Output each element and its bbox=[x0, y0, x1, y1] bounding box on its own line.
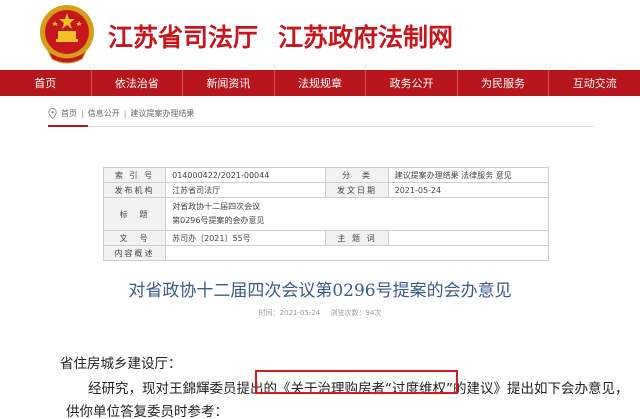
article-salutation: 省住房城乡建设厅： bbox=[60, 356, 182, 372]
category-label: 分 类 bbox=[325, 167, 389, 183]
nav-item-government-affairs[interactable]: 政务公开 bbox=[366, 70, 458, 96]
table-row: 发布机构 江苏省司法厅 发文日期 2021-05-24 bbox=[102, 182, 550, 198]
view-count: 浏览次数：94次 bbox=[330, 309, 382, 317]
summary-label: 内容概述 bbox=[102, 245, 167, 261]
date-label: 发文日期 bbox=[325, 182, 389, 198]
document-info-table: 索 引 号 014000422/2021-00044 分 类 建议提案办理结果 … bbox=[102, 167, 550, 261]
site-name-legal-net[interactable]: 江苏政府法制网 bbox=[278, 18, 453, 54]
breadcrumb-home[interactable]: 首页 bbox=[61, 108, 77, 119]
table-row: 文 号 苏司办〔2021〕55号 主 题 词 bbox=[102, 230, 550, 246]
highlight-box bbox=[255, 370, 458, 394]
category-value: 建议提案办理结果 法律服务 意见 bbox=[387, 167, 550, 183]
index-label: 索 引 号 bbox=[102, 167, 167, 183]
table-row: 标 题 对省政协十二届四次会议 第0296号提案的会办意见 bbox=[102, 197, 549, 231]
main-nav: 首页 依法治省 新闻资讯 法规规章 政务公开 为民服务 互动交流 bbox=[0, 70, 640, 96]
article-paragraph-2: 供你单位答复委员时参考： bbox=[66, 404, 228, 419]
document-number-value: 苏司办〔2021〕55号 bbox=[165, 230, 327, 246]
article-meta: 时间：2021-05-24 浏览次数：94次 bbox=[0, 308, 640, 318]
publisher-label: 发布机构 bbox=[102, 182, 167, 198]
nav-item-public-service[interactable]: 为民服务 bbox=[458, 70, 550, 96]
nav-item-news[interactable]: 新闻资讯 bbox=[183, 70, 275, 96]
date-value: 2021-05-24 bbox=[387, 182, 550, 198]
table-row: 内容概述 bbox=[102, 245, 549, 261]
breadcrumb-info-public[interactable]: 信息公开 bbox=[88, 108, 120, 119]
keywords-value bbox=[387, 230, 550, 246]
publish-time: 时间：2021-05-24 bbox=[258, 309, 321, 317]
breadcrumb-accent-bar bbox=[48, 125, 88, 127]
breadcrumb-divider bbox=[48, 126, 594, 127]
site-header: 江苏省司法厅 江苏政府法制网 bbox=[0, 0, 640, 70]
nav-item-interaction[interactable]: 互动交流 bbox=[549, 70, 640, 96]
summary-value bbox=[165, 245, 549, 261]
site-title[interactable]: 江苏省司法厅 江苏政府法制网 bbox=[108, 16, 453, 56]
breadcrumb-separator: | bbox=[123, 108, 127, 118]
title-value: 对省政协十二届四次会议 第0296号提案的会办意见 bbox=[165, 197, 549, 231]
table-row: 索 引 号 014000422/2021-00044 分 类 建议提案办理结果 … bbox=[102, 167, 550, 183]
publisher-value: 江苏省司法厅 bbox=[165, 182, 327, 198]
site-name-justice[interactable]: 江苏省司法厅 bbox=[108, 18, 258, 54]
location-pin-icon bbox=[48, 107, 57, 119]
title-label: 标 题 bbox=[102, 197, 167, 231]
title-value-line-1: 对省政协十二届四次会议 bbox=[172, 202, 261, 211]
document-number-label: 文 号 bbox=[102, 230, 167, 246]
national-emblem-icon bbox=[40, 5, 94, 64]
nav-item-home[interactable]: 首页 bbox=[0, 70, 92, 96]
article-title: 对省政协十二届四次会议第0296号提案的会办意见 bbox=[128, 281, 512, 301]
nav-item-rule-of-law[interactable]: 依法治省 bbox=[92, 70, 184, 96]
keywords-label: 主 题 词 bbox=[325, 230, 389, 246]
index-value: 014000422/2021-00044 bbox=[165, 167, 327, 183]
breadcrumb-current[interactable]: 建议提案办理结果 bbox=[130, 108, 194, 119]
breadcrumb: 首页 | 信息公开 | 建议提案办理结果 bbox=[48, 106, 194, 120]
title-value-line-2: 第0296号提案的会办意见 bbox=[172, 216, 265, 225]
breadcrumb-separator: | bbox=[81, 108, 84, 118]
nav-item-regulations[interactable]: 法规规章 bbox=[275, 70, 367, 96]
